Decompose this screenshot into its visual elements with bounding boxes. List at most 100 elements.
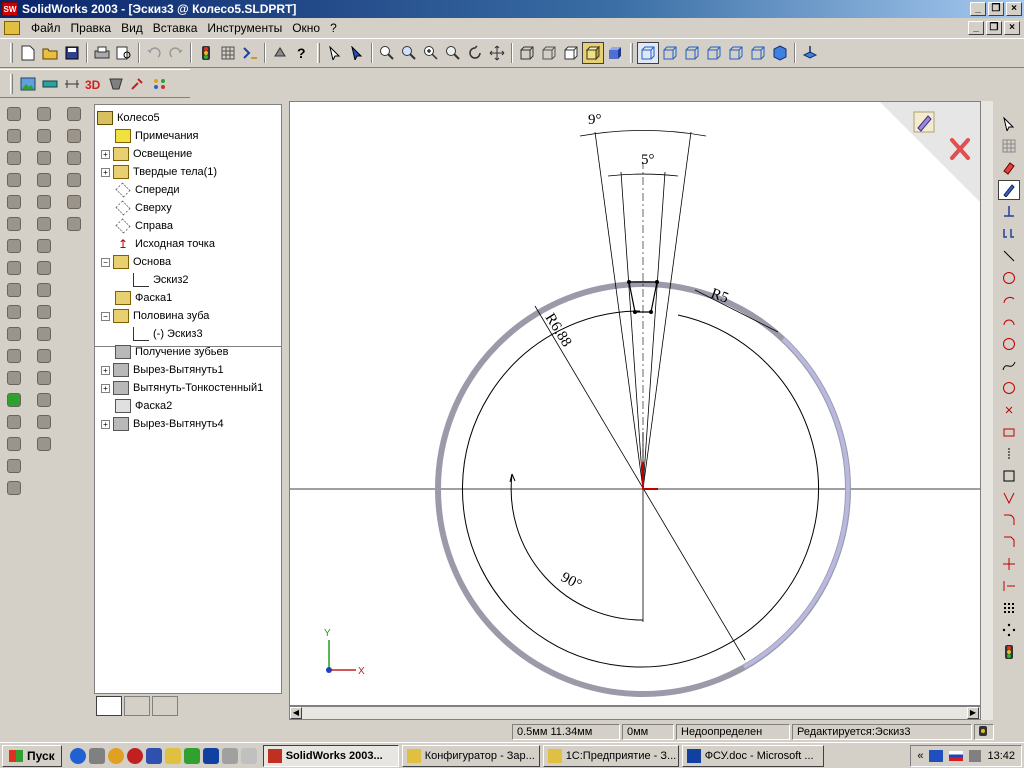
image-icon[interactable] bbox=[17, 73, 39, 95]
shaded-edges-icon[interactable] bbox=[582, 42, 604, 64]
view-back-icon[interactable] bbox=[659, 42, 681, 64]
restore-button[interactable]: ❐ bbox=[988, 2, 1004, 16]
tools-quick-icon[interactable] bbox=[164, 747, 181, 764]
rib-icon[interactable] bbox=[3, 258, 25, 278]
wrap-icon[interactable] bbox=[33, 258, 55, 278]
expand-toggle[interactable]: + bbox=[101, 419, 110, 429]
russian-flag-icon[interactable] bbox=[949, 750, 964, 761]
flex-icon[interactable] bbox=[33, 236, 55, 256]
view-front-icon[interactable] bbox=[637, 42, 659, 64]
tree-item-thin-extrude1[interactable]: + Вытянуть-Тонкостенный1 bbox=[101, 379, 263, 397]
zoom-area-icon[interactable] bbox=[398, 42, 420, 64]
print-preview-icon[interactable] bbox=[113, 42, 135, 64]
tray-expand-button[interactable]: « bbox=[917, 750, 923, 762]
doc-minimize-button[interactable]: _ bbox=[968, 21, 984, 35]
tree-item-chamfer1[interactable]: Фаска1 bbox=[115, 289, 172, 307]
media-player-icon[interactable] bbox=[107, 747, 124, 764]
expand-toggle[interactable]: + bbox=[101, 167, 110, 177]
scanner-icon[interactable] bbox=[221, 747, 238, 764]
dots-icon[interactable] bbox=[149, 73, 171, 95]
revolve-boss-icon[interactable] bbox=[3, 126, 25, 146]
dome-icon[interactable] bbox=[3, 236, 25, 256]
select-filter-icon[interactable] bbox=[346, 42, 368, 64]
expand-toggle[interactable]: + bbox=[101, 383, 110, 393]
clock[interactable]: 13:42 bbox=[987, 750, 1015, 762]
combine-icon[interactable] bbox=[33, 324, 55, 344]
cut-sweep-icon[interactable] bbox=[33, 148, 55, 168]
new-file-icon[interactable] bbox=[17, 42, 39, 64]
sweep-icon[interactable] bbox=[3, 148, 25, 168]
ie-icon[interactable] bbox=[69, 747, 86, 764]
circular-pattern-sketch-icon[interactable] bbox=[998, 620, 1020, 640]
language-icon[interactable] bbox=[929, 749, 944, 762]
doc-close-button[interactable]: × bbox=[1004, 21, 1020, 35]
zoom-selection-icon[interactable] bbox=[442, 42, 464, 64]
deform-icon[interactable] bbox=[33, 280, 55, 300]
scale-icon[interactable] bbox=[3, 478, 25, 498]
part-icon[interactable] bbox=[269, 42, 291, 64]
scroll-left-button[interactable]: ◀ bbox=[290, 707, 302, 719]
loft-icon[interactable] bbox=[3, 170, 25, 190]
rebuild-sketch-icon[interactable] bbox=[913, 111, 935, 133]
zoom-fit-icon[interactable] bbox=[376, 42, 398, 64]
rotate-view-icon[interactable] bbox=[464, 42, 486, 64]
open-folder-icon[interactable] bbox=[39, 42, 61, 64]
hidden-lines-removed-icon[interactable] bbox=[560, 42, 582, 64]
circle-icon[interactable] bbox=[998, 268, 1020, 288]
tooth-lines[interactable] bbox=[594, 131, 692, 490]
thicken-icon[interactable] bbox=[3, 192, 25, 212]
task-1c-enterprise[interactable]: 1С:Предприятие - З... bbox=[542, 744, 679, 767]
menu-insert[interactable]: Вставка bbox=[148, 21, 203, 35]
normal-to-icon[interactable] bbox=[799, 42, 821, 64]
extend-icon[interactable] bbox=[998, 576, 1020, 596]
volume-icon[interactable] bbox=[969, 749, 982, 762]
rectangle-icon[interactable] bbox=[998, 422, 1020, 442]
fillet-sketch-icon[interactable] bbox=[998, 510, 1020, 530]
scroll-right-button[interactable]: ▶ bbox=[967, 707, 979, 719]
tree-item-right-plane[interactable]: Справа bbox=[115, 217, 173, 235]
view-left-icon[interactable] bbox=[681, 42, 703, 64]
tree-item-front-plane[interactable]: Спереди bbox=[115, 181, 180, 199]
replace-face-icon[interactable] bbox=[33, 412, 55, 432]
move-face-icon[interactable] bbox=[3, 390, 25, 410]
toolbar-grip[interactable] bbox=[317, 43, 320, 63]
task-word-doc[interactable]: ФСУ.doc - Microsoft ... bbox=[681, 744, 824, 767]
tree-item-sketch3[interactable]: (-) Эскиз3 bbox=[133, 325, 203, 343]
3d-text-icon[interactable]: 3D bbox=[83, 73, 105, 95]
calculator-icon[interactable] bbox=[145, 747, 162, 764]
traffic-light-icon[interactable] bbox=[195, 42, 217, 64]
menu-file[interactable]: Файл bbox=[26, 21, 66, 35]
colorful-app-icon[interactable] bbox=[183, 747, 200, 764]
menu-view[interactable]: Вид bbox=[116, 21, 148, 35]
measure-icon[interactable] bbox=[61, 73, 83, 95]
cut-thicken-icon[interactable] bbox=[33, 192, 55, 212]
menu-tools[interactable]: Инструменты bbox=[202, 21, 287, 35]
tree-item-half-tooth[interactable]: − Половина зуба bbox=[101, 307, 209, 325]
axis-tool-icon[interactable] bbox=[63, 126, 85, 146]
trim-icon[interactable] bbox=[998, 554, 1020, 574]
tree-item-solid-bodies[interactable]: + Твердые тела(1) bbox=[101, 163, 217, 181]
explorer-icon[interactable] bbox=[88, 747, 105, 764]
zoom-in-out-icon[interactable] bbox=[420, 42, 442, 64]
tree-root-node[interactable]: Колесо5 bbox=[97, 109, 160, 127]
hidden-lines-visible-icon[interactable] bbox=[538, 42, 560, 64]
save-icon[interactable] bbox=[61, 42, 83, 64]
tree-item-chamfer2[interactable]: Фаска2 bbox=[115, 397, 172, 415]
add-relation-icon[interactable] bbox=[998, 224, 1020, 244]
print-icon[interactable] bbox=[91, 42, 113, 64]
sketch-mode-icon[interactable] bbox=[998, 180, 1020, 200]
dim-radius-large[interactable]: R6.88 bbox=[542, 311, 575, 350]
tree-item-sketch2[interactable]: Эскиз2 bbox=[133, 271, 189, 289]
vertical-scrollbar[interactable] bbox=[981, 101, 993, 720]
helix-icon[interactable] bbox=[63, 192, 85, 212]
shell-icon[interactable] bbox=[3, 280, 25, 300]
centerline-icon[interactable] bbox=[998, 444, 1020, 464]
chamfer-sketch-icon[interactable] bbox=[998, 532, 1020, 552]
split-line-icon[interactable] bbox=[3, 368, 25, 388]
redo-icon[interactable] bbox=[165, 42, 187, 64]
grid-icon[interactable] bbox=[217, 42, 239, 64]
close-button[interactable]: × bbox=[1006, 2, 1022, 16]
expand-toggle[interactable]: + bbox=[101, 149, 110, 159]
point-circle-icon[interactable] bbox=[998, 334, 1020, 354]
mold-icon[interactable] bbox=[105, 73, 127, 95]
